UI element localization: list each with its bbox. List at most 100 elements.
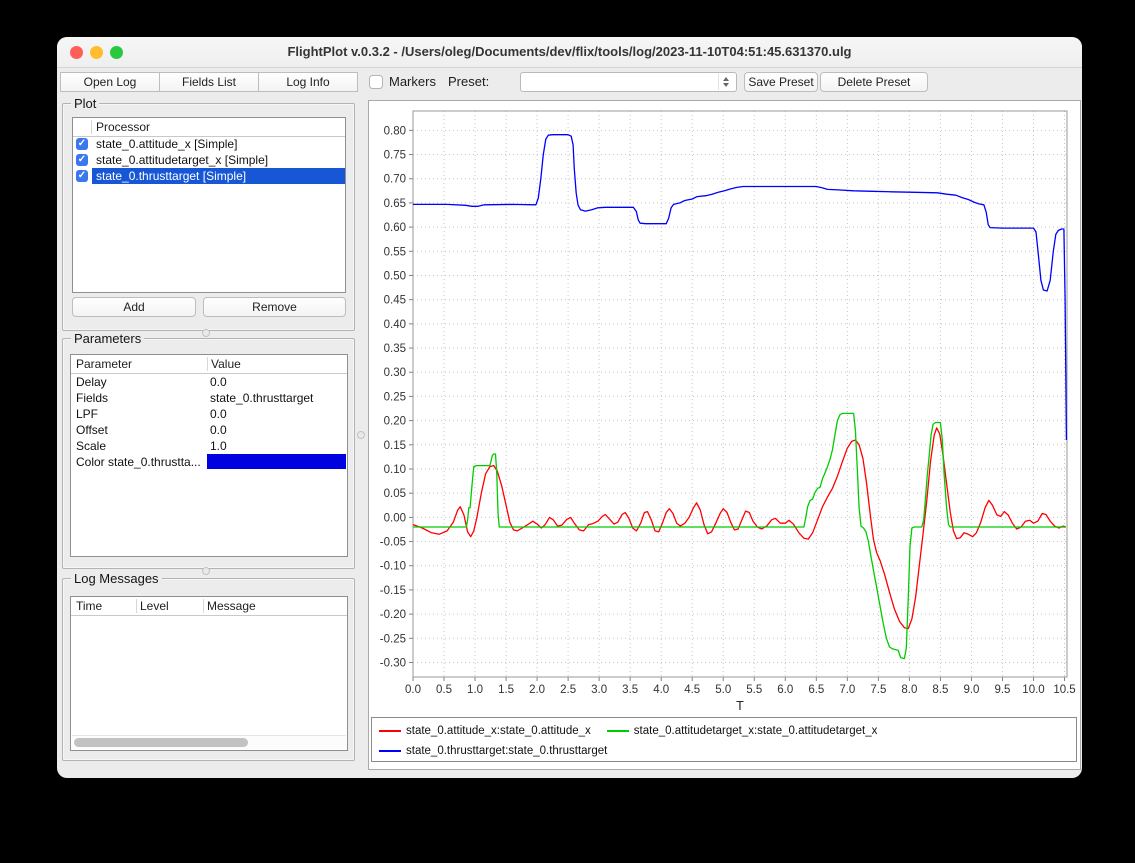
x-tick-label: 9.5	[994, 684, 1010, 696]
plot-group-title: Plot	[71, 96, 99, 111]
log-messages-group: Log Messages Time Level Message	[62, 578, 355, 761]
plot-series-label: state_0.attitudetarget_x [Simple]	[92, 152, 345, 168]
markers-label: Markers	[389, 72, 436, 92]
x-tick-label: 3.5	[622, 684, 638, 696]
chevron-down-icon	[723, 83, 729, 87]
x-tick-label: 9.0	[963, 684, 979, 696]
parameter-value: 0.0	[210, 422, 347, 438]
y-tick-label: 0.65	[384, 198, 406, 210]
plot-table-header: Processor	[73, 118, 345, 137]
legend-label: state_0.attitude_x:state_0.attitude_x	[406, 725, 591, 737]
x-tick-label: 10.0	[1022, 684, 1044, 696]
legend-line-sample-icon	[379, 730, 401, 732]
y-tick-label: -0.05	[380, 537, 406, 549]
open-log-button[interactable]: Open Log	[60, 72, 160, 92]
parameter-row[interactable]: LPF0.0	[71, 406, 347, 422]
save-preset-button[interactable]: Save Preset	[744, 72, 818, 92]
splitter-handle[interactable]	[202, 329, 210, 337]
vertical-splitter-handle[interactable]	[357, 431, 365, 439]
y-tick-label: 0.35	[384, 343, 406, 355]
chart-panel: -0.30-0.25-0.20-0.15-0.10-0.050.000.050.…	[368, 100, 1081, 770]
y-tick-label: 0.55	[384, 246, 406, 258]
parameter-row[interactable]: Scale1.0	[71, 438, 347, 454]
legend-label: state_0.thrusttarget:state_0.thrusttarge…	[406, 745, 607, 757]
fields-list-button[interactable]: Fields List	[159, 72, 259, 92]
log-table-header: Time Level Message	[71, 597, 347, 616]
column-header-processor: Processor	[96, 118, 150, 136]
preset-label: Preset:	[448, 72, 489, 92]
y-tick-label: -0.10	[380, 561, 406, 573]
plot-series-row[interactable]: ✓ state_0.attitudetarget_x [Simple]	[73, 152, 345, 168]
markers-checkbox[interactable]	[369, 75, 383, 89]
y-tick-label: 0.15	[384, 440, 406, 452]
combobox-stepper-icon[interactable]	[718, 74, 734, 90]
flight-chart[interactable]: -0.30-0.25-0.20-0.15-0.10-0.050.000.050.…	[369, 101, 1080, 717]
parameter-value: state_0.thrusttarget	[210, 390, 347, 406]
y-tick-label: 0.00	[384, 512, 406, 524]
x-tick-label: 3.0	[591, 684, 607, 696]
log-messages-table[interactable]: Time Level Message	[70, 596, 348, 751]
x-axis-label: T	[736, 699, 744, 713]
x-tick-label: 10.5	[1053, 684, 1075, 696]
y-tick-label: 0.25	[384, 391, 406, 403]
x-tick-label: 2.0	[529, 684, 545, 696]
x-tick-label: 8.5	[932, 684, 948, 696]
scrollbar-thumb[interactable]	[74, 738, 248, 747]
parameter-name: Scale	[71, 438, 207, 454]
log-info-button[interactable]: Log Info	[258, 72, 358, 92]
legend-label: state_0.attitudetarget_x:state_0.attitud…	[634, 725, 878, 737]
parameter-row[interactable]: Offset0.0	[71, 422, 347, 438]
parameter-value: 0.0	[210, 406, 347, 422]
splitter-handle[interactable]	[202, 567, 210, 575]
y-tick-label: 0.60	[384, 222, 406, 234]
plot-series-table[interactable]: Processor ✓state_0.attitude_x [Simple]✓s…	[72, 117, 346, 293]
parameter-name: Delay	[71, 374, 207, 390]
delete-preset-button[interactable]: Delete Preset	[820, 72, 928, 92]
y-tick-label: -0.20	[380, 609, 406, 621]
y-tick-label: 0.80	[384, 125, 406, 137]
checkbox-checked-icon[interactable]: ✓	[76, 154, 88, 166]
x-tick-label: 4.0	[653, 684, 669, 696]
parameter-row[interactable]: Delay0.0	[71, 374, 347, 390]
x-tick-label: 2.5	[560, 684, 576, 696]
column-header-parameter: Parameter	[76, 355, 132, 373]
x-tick-label: 0.5	[436, 684, 452, 696]
y-tick-label: -0.15	[380, 585, 406, 597]
y-tick-label: 0.10	[384, 464, 406, 476]
parameter-name: Offset	[71, 422, 207, 438]
x-tick-label: 1.0	[467, 684, 483, 696]
remove-button[interactable]: Remove	[203, 297, 346, 317]
log-messages-group-title: Log Messages	[71, 571, 162, 586]
y-tick-label: 0.50	[384, 270, 406, 282]
add-button[interactable]: Add	[72, 297, 196, 317]
plot-series-row[interactable]: ✓ state_0.thrusttarget [Simple]	[73, 168, 345, 184]
x-tick-label: 8.0	[901, 684, 917, 696]
title-bar[interactable]: FlightPlot v.0.3.2 - /Users/oleg/Documen…	[57, 37, 1082, 68]
y-tick-label: 0.20	[384, 416, 406, 428]
parameters-group-title: Parameters	[71, 331, 144, 346]
y-tick-label: -0.25	[380, 633, 406, 645]
x-tick-label: 5.0	[715, 684, 731, 696]
column-header-time: Time	[76, 597, 102, 615]
checkbox-checked-icon[interactable]: ✓	[76, 170, 88, 182]
parameter-row[interactable]: Color state_0.thrustta...	[71, 454, 347, 470]
legend-line-sample-icon	[379, 750, 401, 752]
plot-series-row[interactable]: ✓state_0.attitude_x [Simple]	[73, 136, 345, 152]
parameters-table[interactable]: Parameter Value Delay0.0Fieldsstate_0.th…	[70, 354, 348, 557]
parameters-group: Parameters Parameter Value Delay0.0Field…	[62, 338, 355, 569]
checkbox-checked-icon[interactable]: ✓	[76, 138, 88, 150]
x-tick-label: 7.0	[839, 684, 855, 696]
horizontal-scrollbar[interactable]	[72, 735, 346, 749]
parameter-row[interactable]: Fieldsstate_0.thrusttarget	[71, 390, 347, 406]
x-tick-label: 0.0	[405, 684, 421, 696]
legend-item: state_0.attitudetarget_x:state_0.attitud…	[607, 721, 878, 741]
plot-group: Plot Processor ✓state_0.attitude_x [Simp…	[62, 103, 355, 331]
window-title: FlightPlot v.0.3.2 - /Users/oleg/Documen…	[57, 37, 1082, 67]
color-swatch[interactable]	[207, 454, 346, 469]
preset-combobox[interactable]	[520, 72, 737, 92]
y-tick-label: 0.30	[384, 367, 406, 379]
y-tick-label: 0.45	[384, 295, 406, 307]
plot-series-label: state_0.thrusttarget [Simple]	[92, 168, 345, 184]
chevron-up-icon	[723, 77, 729, 81]
parameter-value: 0.0	[210, 374, 347, 390]
